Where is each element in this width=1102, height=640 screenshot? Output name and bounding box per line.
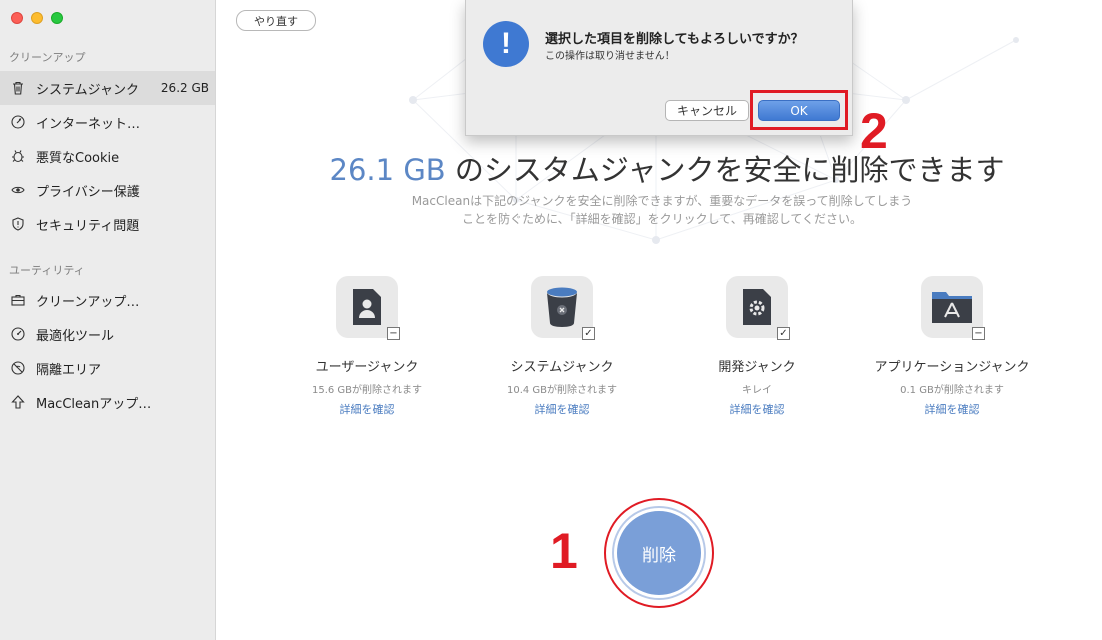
headline-text: のシスタムジャンクを安全に削除できます	[445, 153, 1005, 187]
sidebar-item-size: 26.2 GB	[160, 81, 209, 95]
dialog-message: この操作は取り消せません！	[545, 51, 675, 62]
upload-icon	[10, 394, 26, 410]
app-folder-icon[interactable]: −	[921, 276, 985, 340]
sidebar-item-label: 悪質なCookie	[36, 150, 120, 166]
category-checkbox[interactable]: ✓	[777, 327, 790, 340]
bug-icon	[10, 148, 26, 164]
category-system-junk: ✓ システムジャンク 10.4 GBが削除されます 詳細を確認	[472, 276, 652, 417]
section-label-utilities: ユーティリティ	[9, 264, 85, 277]
sidebar-item-security[interactable]: セキュリティ問題	[0, 207, 215, 241]
trash-bin-icon[interactable]: ✓	[531, 276, 595, 340]
sidebar-item-privacy[interactable]: プライバシー保護	[0, 173, 215, 207]
shield-icon	[10, 216, 26, 232]
briefcase-icon	[10, 292, 26, 308]
annotation-number-1: 1	[550, 523, 578, 579]
category-user-junk: − ユーザージャンク 15.6 GBが削除されます 詳細を確認	[277, 276, 457, 417]
annotation-number-2: 2	[860, 103, 888, 159]
details-link[interactable]: 詳細を確認	[277, 401, 457, 417]
category-checkbox[interactable]: −	[387, 327, 400, 340]
zoom-window-button[interactable]	[51, 12, 63, 24]
category-status: 15.6 GBが削除されます	[311, 385, 423, 396]
section-label-cleanup: クリーンアップ	[9, 51, 86, 64]
dialog-title: 選択した項目を削除してもよろしいですか？	[545, 32, 804, 47]
trash-icon	[10, 80, 26, 96]
sidebar: クリーンアップ システムジャンク 26.2 GB インターネット… 悪質なCoo…	[0, 0, 216, 640]
sidebar-item-cookie[interactable]: 悪質なCookie	[0, 139, 215, 173]
sidebar-item-optimizer[interactable]: 最適化ツール	[0, 317, 215, 351]
junk-size: 26.1 GB	[329, 153, 446, 187]
category-name: アプリケーションジャンク	[874, 360, 1030, 375]
details-link[interactable]: 詳細を確認	[862, 401, 1042, 417]
description: MacCleanは下記のジャンクを安全に削除できますが、重要なデータを誤って削除…	[336, 192, 988, 228]
details-link[interactable]: 詳細を確認	[472, 401, 652, 417]
sidebar-item-label: セキュリティ問題	[36, 218, 140, 234]
delete-button[interactable]: 削除	[614, 508, 704, 598]
sidebar-item-update[interactable]: MacCleanアップ…	[0, 385, 215, 419]
description-line: ことを防ぐために、「詳細を確認」をクリックして、再確認してください。	[462, 212, 862, 226]
minimize-window-button[interactable]	[31, 12, 43, 24]
gear-file-icon[interactable]: ✓	[726, 276, 790, 340]
close-window-button[interactable]	[11, 12, 23, 24]
window-controls	[11, 12, 63, 24]
category-dev-junk: ✓ 開発ジャンク キレイ 詳細を確認	[667, 276, 847, 417]
category-name: 開発ジャンク	[718, 360, 796, 375]
category-checkbox[interactable]: ✓	[582, 327, 595, 340]
category-checkbox[interactable]: −	[972, 327, 985, 340]
compass-icon	[10, 114, 26, 130]
category-name: システムジャンク	[510, 360, 614, 375]
sidebar-item-label: プライバシー保護	[36, 184, 140, 200]
cancel-button[interactable]: キャンセル	[665, 100, 749, 121]
description-line: MacCleanは下記のジャンクを安全に削除できますが、重要なデータを誤って削除…	[411, 194, 913, 208]
sidebar-item-internet[interactable]: インターネット…	[0, 105, 215, 139]
warning-icon: !	[483, 21, 529, 67]
category-name: ユーザージャンク	[315, 360, 419, 375]
quarantine-icon	[10, 360, 26, 376]
ok-button[interactable]: OK	[758, 100, 840, 121]
category-status: 0.1 GBが削除されます	[900, 385, 1004, 396]
category-status: キレイ	[742, 385, 772, 396]
sidebar-item-quarantine[interactable]: 隔離エリア	[0, 351, 215, 385]
sidebar-item-label: MacCleanアップ…	[36, 396, 152, 412]
user-file-icon[interactable]: −	[336, 276, 400, 340]
page-title: 26.1 GB のシスタムジャンクを安全に削除できます	[216, 147, 1102, 189]
sidebar-item-system-junk[interactable]: システムジャンク 26.2 GB	[0, 71, 215, 105]
category-app-junk: − アプリケーションジャンク 0.1 GBが削除されます 詳細を確認	[862, 276, 1042, 417]
sidebar-item-cleanup-tools[interactable]: クリーンアップ…	[0, 283, 215, 317]
sidebar-item-label: 最適化ツール	[36, 328, 115, 344]
sidebar-item-label: 隔離エリア	[36, 362, 102, 378]
delete-highlight-ring: 削除	[604, 498, 714, 608]
confirm-dialog: ! 選択した項目を削除してもよろしいですか？ この操作は取り消せません！ キャン…	[465, 0, 853, 136]
redo-button[interactable]: やり直す	[236, 10, 316, 31]
sidebar-item-label: システムジャンク	[36, 82, 139, 98]
sidebar-item-label: インターネット…	[36, 116, 141, 132]
eye-icon	[10, 182, 26, 198]
sidebar-item-label: クリーンアップ…	[36, 294, 140, 310]
gauge-icon	[10, 326, 26, 342]
details-link[interactable]: 詳細を確認	[667, 401, 847, 417]
category-status: 10.4 GBが削除されます	[506, 385, 618, 396]
